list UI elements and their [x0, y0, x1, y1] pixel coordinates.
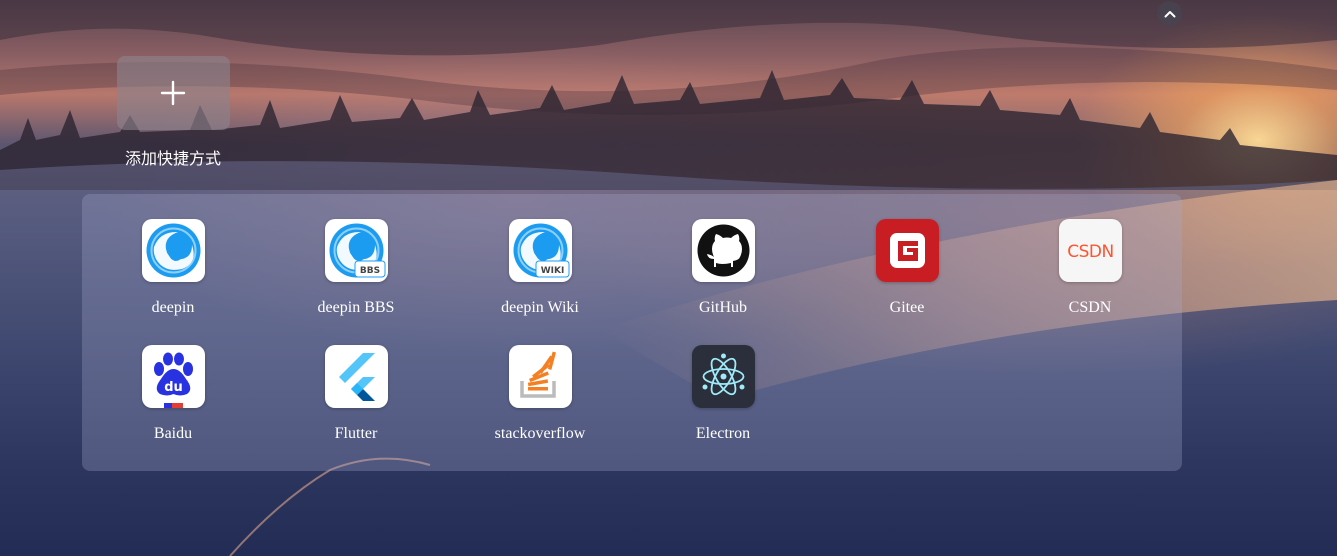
svg-text:du: du — [164, 380, 183, 395]
shortcut-deepin-wiki[interactable]: WIKI deepin Wiki — [465, 219, 615, 317]
electron-logo-icon — [691, 345, 755, 408]
chevron-up-icon — [1164, 10, 1175, 17]
svg-text:WIKI: WIKI — [540, 266, 564, 276]
gitee-logo-icon — [875, 219, 939, 282]
plus-icon — [160, 80, 186, 106]
shortcut-electron[interactable]: Electron — [648, 345, 798, 443]
shortcut-baidu[interactable]: du Baidu — [98, 345, 248, 443]
shortcut-stackoverflow[interactable]: stackoverflow — [465, 345, 615, 443]
deepin-logo-icon — [141, 219, 205, 282]
github-logo-icon — [691, 219, 755, 282]
shortcut-flutter[interactable]: Flutter — [281, 345, 431, 443]
shortcut-deepin-bbs[interactable]: BBS deepin BBS — [281, 219, 431, 317]
deepin-bbs-logo-icon: BBS — [324, 219, 388, 282]
deepin-wiki-logo-icon: WIKI — [508, 219, 572, 282]
shortcut-deepin[interactable]: deepin — [98, 219, 248, 317]
collapse-button[interactable] — [1157, 1, 1182, 26]
add-shortcut-tile[interactable] — [116, 56, 230, 130]
baidu-logo-icon: du — [141, 345, 205, 408]
add-shortcut-label: 添加快捷方式 — [124, 149, 221, 168]
shortcut-github[interactable]: GitHub — [648, 219, 798, 317]
shortcuts-panel: deepin BBS deepin BBS WIKI deepin Wiki G… — [82, 194, 1182, 471]
shortcut-gitee[interactable]: Gitee — [832, 219, 982, 317]
add-shortcut-button[interactable]: 添加快捷方式 — [106, 56, 240, 169]
csdn-logo-icon: CSDN — [1058, 219, 1122, 282]
svg-text:BBS: BBS — [359, 266, 379, 276]
svg-text:CSDN: CSDN — [1067, 242, 1113, 262]
shortcut-csdn[interactable]: CSDN CSDN — [1015, 219, 1165, 317]
flutter-logo-icon — [324, 345, 388, 408]
stackoverflow-logo-icon — [508, 345, 572, 408]
